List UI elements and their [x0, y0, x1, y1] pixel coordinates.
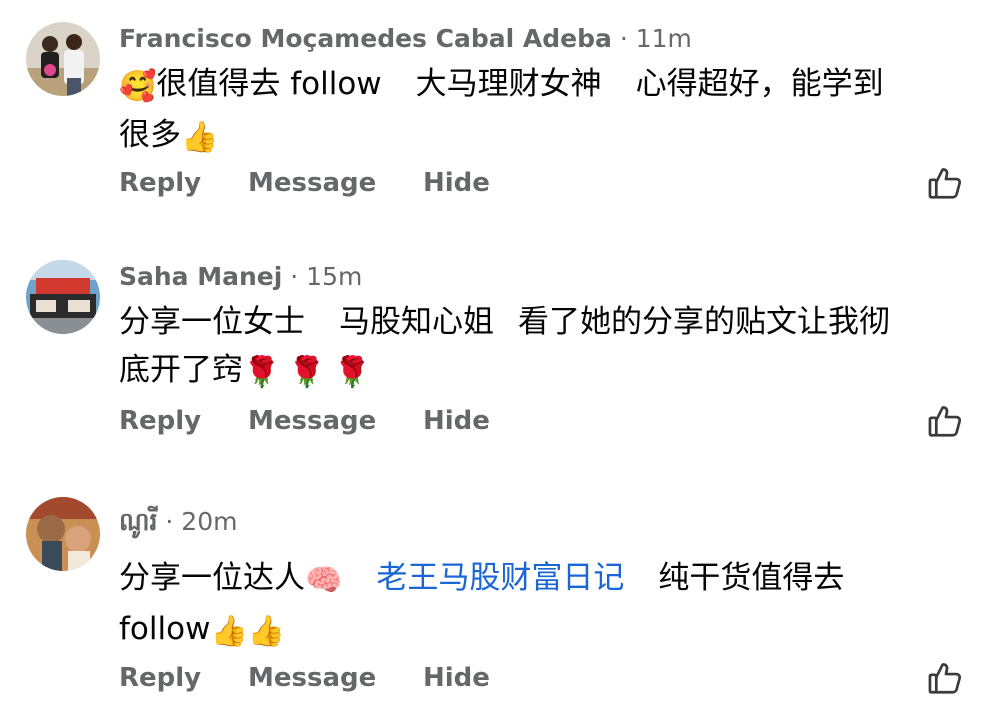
comment-body: 分享一位达人🧠 老王马股财富日记 纯干货值得去 follow👍👍 [119, 554, 969, 656]
comment-header: Saha Manej · 15m [119, 262, 362, 291]
comment-text: 分享一位达人 [119, 560, 305, 596]
mention-link[interactable]: 老王马股财富日记 [376, 560, 624, 596]
message-button[interactable]: Message [248, 663, 376, 693]
author-name[interactable]: ណូរី [119, 507, 157, 536]
reply-button[interactable]: Reply [119, 663, 201, 693]
brain-icon: 🧠 [305, 563, 343, 598]
comment-text: 心得超好，能学到 [635, 66, 884, 102]
comment-text: 纯干货值得去 [658, 560, 845, 596]
comment-header: ណូរី · 20m [119, 507, 237, 543]
comment-text: 分享一位女士 [119, 304, 305, 340]
hide-button[interactable]: Hide [423, 406, 490, 436]
comment-body: 分享一位女士 马股知心姐 看了她的分享的贴文让我彻 底开了窍🌹 🌹 🌹 [119, 298, 969, 397]
comment-text: 大马理财女神 [415, 66, 602, 102]
author-name[interactable]: Francisco Moçamedes Cabal Adeba [119, 24, 612, 53]
comment-text: follow [119, 611, 211, 647]
rose-icon: 🌹 [243, 355, 281, 390]
timestamp[interactable]: · 11m [620, 24, 692, 53]
hide-button[interactable]: Hide [423, 663, 490, 693]
comment-body: 🥰很值得去 follow 大马理财女神 心得超好，能学到 很多👍 [119, 60, 969, 162]
message-button[interactable]: Message [248, 406, 376, 436]
smiling-face-with-hearts-icon: 🥰 [119, 69, 157, 104]
author-name[interactable]: Saha Manej [119, 262, 282, 291]
like-icon[interactable] [926, 402, 964, 440]
like-icon[interactable] [926, 164, 964, 202]
timestamp[interactable]: · 20m [165, 507, 237, 536]
comment-text: 马股知心姐 [339, 304, 494, 340]
rose-icon: 🌹 [333, 355, 372, 390]
comment-text: 很值得去 follow [156, 66, 382, 102]
thumbs-up-icon: 👍 [210, 614, 248, 649]
rose-icon: 🌹 [288, 355, 326, 390]
like-icon[interactable] [926, 659, 964, 697]
comment-text: 很多 [119, 117, 181, 153]
avatar[interactable] [26, 22, 100, 96]
thumbs-up-icon: 👍 [181, 120, 219, 155]
hide-button[interactable]: Hide [423, 168, 490, 198]
avatar[interactable] [26, 497, 100, 571]
comment-text: 底开了窍 [119, 352, 243, 388]
avatar[interactable] [26, 260, 100, 334]
message-button[interactable]: Message [248, 168, 376, 198]
reply-button[interactable]: Reply [119, 168, 201, 198]
reply-button[interactable]: Reply [119, 406, 201, 436]
thumbs-up-icon: 👍 [247, 614, 286, 649]
timestamp[interactable]: · 15m [290, 262, 362, 291]
comment-text: 看了她的分享的贴文让我彻 [518, 304, 890, 340]
comment-header: Francisco Moçamedes Cabal Adeba · 11m [119, 24, 692, 53]
